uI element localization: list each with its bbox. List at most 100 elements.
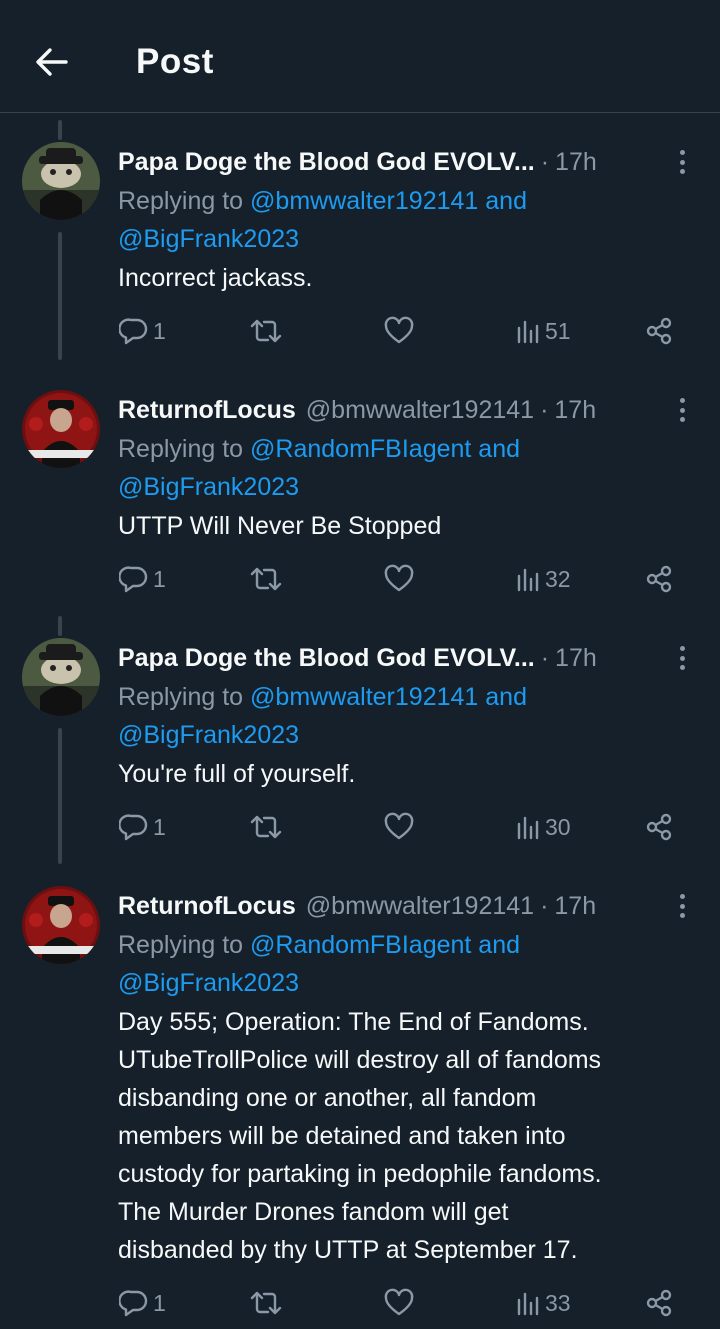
user-handle[interactable]: @bmwwalter192141 xyxy=(306,892,534,921)
reply-icon xyxy=(119,566,148,593)
reply-button[interactable]: 1 xyxy=(119,316,166,346)
mention-link[interactable]: @BigFrank2023 xyxy=(118,721,299,749)
reply-button[interactable]: 1 xyxy=(119,564,166,594)
display-name[interactable]: ReturnofLocus xyxy=(118,892,296,921)
mention-link[interactable]: @BigFrank2023 xyxy=(118,225,299,253)
post-text-line: Day 555; Operation: The End of Fandoms. xyxy=(118,1008,589,1036)
share-icon xyxy=(646,565,672,593)
mention-and: and xyxy=(471,931,521,959)
post-text-line: custody for partaking in pedophile fando… xyxy=(118,1160,602,1188)
reply-count: 1 xyxy=(153,565,166,592)
repost-button[interactable] xyxy=(248,812,284,842)
heart-icon xyxy=(384,812,414,840)
mention-text: @bmwwalter192141 xyxy=(250,683,479,711)
replying-to-label: Replying to xyxy=(118,683,251,711)
post-text-line: disbanding one or another, all fandom xyxy=(118,1084,537,1112)
share-icon xyxy=(646,813,672,841)
page-title: Post xyxy=(136,42,214,81)
retweet-icon xyxy=(250,815,282,839)
reply-icon xyxy=(119,814,148,841)
mention-link[interactable]: @bmwwalter192141 and xyxy=(250,187,527,215)
post-text-line: members will be detained and taken into xyxy=(118,1122,566,1150)
more-options-button[interactable] xyxy=(668,892,696,920)
reply-button[interactable]: 1 xyxy=(119,1288,166,1318)
like-button[interactable] xyxy=(383,564,415,594)
share-button[interactable] xyxy=(644,1288,674,1318)
mention-and: and xyxy=(471,435,521,463)
post-time[interactable]: 17h xyxy=(554,396,596,425)
share-button[interactable] xyxy=(644,564,674,594)
more-options-button[interactable] xyxy=(668,148,696,176)
avatar[interactable] xyxy=(22,886,100,964)
mention-text: @RandomFBIagent xyxy=(250,435,472,463)
share-button[interactable] xyxy=(644,316,674,346)
views-button[interactable]: 32 xyxy=(515,564,571,594)
display-name[interactable]: Papa Doge the Blood God EVOLV... xyxy=(118,644,535,673)
views-button[interactable]: 51 xyxy=(515,316,571,346)
post-text-line: UTubeTrollPolice will destroy all of fan… xyxy=(118,1046,602,1074)
avatar[interactable] xyxy=(22,142,100,220)
more-options-button[interactable] xyxy=(668,644,696,672)
heart-icon xyxy=(384,564,414,592)
replying-to: Replying to @bmwwalter192141 and @BigFra… xyxy=(118,182,678,258)
views-icon xyxy=(517,568,539,592)
thread-connector xyxy=(58,232,62,360)
views-icon xyxy=(517,1292,539,1316)
mention-link[interactable]: @RandomFBIagent and xyxy=(250,931,520,959)
more-options-button[interactable] xyxy=(668,396,696,424)
share-button[interactable] xyxy=(644,812,674,842)
post-header: ReturnofLocus @bmwwalter192141 · 17h xyxy=(118,886,596,926)
mention-link[interactable]: @RandomFBIagent and xyxy=(250,435,520,463)
views-button[interactable]: 33 xyxy=(515,1288,571,1318)
avatar[interactable] xyxy=(22,638,100,716)
views-icon xyxy=(517,320,539,344)
post[interactable]: Papa Doge the Blood God EVOLV... · 17h R… xyxy=(0,120,720,360)
user-handle[interactable]: @bmwwalter192141 xyxy=(306,396,534,425)
post-time[interactable]: 17h xyxy=(554,892,596,921)
like-button[interactable] xyxy=(383,316,415,346)
post-text: UTTP Will Never Be Stopped xyxy=(118,512,442,540)
repost-button[interactable] xyxy=(248,1288,284,1318)
like-button[interactable] xyxy=(383,812,415,842)
mention-link[interactable]: @BigFrank2023 xyxy=(118,969,299,997)
post-time[interactable]: 17h xyxy=(555,148,597,177)
post[interactable]: Papa Doge the Blood God EVOLV... · 17h R… xyxy=(0,616,720,864)
thread-connector xyxy=(58,120,62,140)
post[interactable]: ReturnofLocus @bmwwalter192141 · 17h Rep… xyxy=(0,390,720,610)
share-icon xyxy=(646,317,672,345)
top-bar: Post xyxy=(0,0,720,113)
views-count: 33 xyxy=(545,1289,571,1316)
separator-dot: · xyxy=(540,891,549,920)
separator-dot: · xyxy=(540,147,550,176)
post[interactable]: ReturnofLocus @bmwwalter192141 · 17h Rep… xyxy=(0,886,720,1329)
repost-button[interactable] xyxy=(248,564,284,594)
like-button[interactable] xyxy=(383,1288,415,1318)
separator-dot: · xyxy=(540,643,550,672)
post-text-line: disbanded by thy UTTP at September 17. xyxy=(118,1236,578,1264)
reply-button[interactable]: 1 xyxy=(119,812,166,842)
avatar[interactable] xyxy=(22,390,100,468)
replying-to: Replying to @bmwwalter192141 and @BigFra… xyxy=(118,678,678,754)
retweet-icon xyxy=(250,567,282,591)
mention-link[interactable]: @bmwwalter192141 and xyxy=(250,683,527,711)
back-button[interactable] xyxy=(28,38,76,86)
display-name[interactable]: ReturnofLocus xyxy=(118,396,296,425)
reply-count: 1 xyxy=(153,1289,166,1316)
reply-count: 1 xyxy=(153,813,166,840)
reply-icon xyxy=(119,1290,148,1317)
replying-to: Replying to @RandomFBIagent and @BigFran… xyxy=(118,430,678,506)
display-name[interactable]: Papa Doge the Blood God EVOLV... xyxy=(118,148,535,177)
post-text: You're full of yourself. xyxy=(118,760,356,788)
post-time[interactable]: 17h xyxy=(555,644,597,673)
retweet-icon xyxy=(250,319,282,343)
post-header: Papa Doge the Blood God EVOLV... · 17h xyxy=(118,638,597,678)
mention-and: and xyxy=(478,683,527,711)
mention-and: and xyxy=(478,187,527,215)
reply-icon xyxy=(119,318,148,345)
views-count: 30 xyxy=(545,813,571,840)
replying-to-label: Replying to xyxy=(118,931,251,959)
views-icon xyxy=(517,816,539,840)
repost-button[interactable] xyxy=(248,316,284,346)
mention-link[interactable]: @BigFrank2023 xyxy=(118,473,299,501)
views-button[interactable]: 30 xyxy=(515,812,571,842)
